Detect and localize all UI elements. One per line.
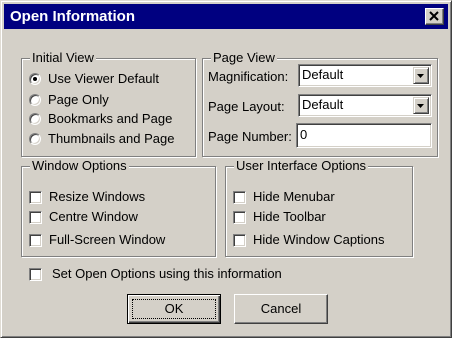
radio-use-viewer-default[interactable]: Use Viewer Default [29,70,159,88]
checkbox-label: Centre Window [49,209,138,224]
magnification-dropdown-button[interactable] [413,67,429,84]
checkbox-set-open-options[interactable]: Set Open Options using this information [29,265,282,283]
page-layout-value: Default [302,97,344,112]
checkbox-full-screen-window[interactable]: Full-Screen Window [29,231,165,249]
chevron-down-icon [417,104,424,108]
checkbox-label: Hide Window Captions [253,232,385,247]
radio-label: Page Only [48,92,109,107]
page-view-legend: Page View [211,50,277,66]
page-number-label: Page Number: [208,129,292,144]
radio-button[interactable] [29,133,41,145]
close-button[interactable] [425,8,444,25]
magnification-label: Magnification: [208,69,289,84]
user-interface-options-legend: User Interface Options [234,158,369,174]
magnification-value: Default [302,67,344,82]
window-options-legend: Window Options [30,158,129,174]
radio-button[interactable] [29,73,41,85]
ok-button-label: OK [164,301,184,316]
checkbox-resize-windows[interactable]: Resize Windows [29,188,145,206]
checkbox[interactable] [29,190,42,204]
checkbox[interactable] [233,233,246,247]
initial-view-legend: Initial View [30,50,96,66]
page-layout-dropdown-button[interactable] [413,97,429,114]
radio-label: Bookmarks and Page [48,111,173,126]
checkbox-hide-menubar[interactable]: Hide Menubar [233,188,335,206]
radio-button[interactable] [29,113,41,125]
page-layout-label: Page Layout: [208,99,285,114]
checkbox[interactable] [29,267,42,281]
radio-page-only[interactable]: Page Only [29,91,109,109]
radio-bookmarks-and-page[interactable]: Bookmarks and Page [29,110,172,128]
page-number-input[interactable]: 0 [296,123,432,148]
checkbox-centre-window[interactable]: Centre Window [29,208,138,226]
close-icon [429,11,439,21]
ok-button[interactable]: OK [127,294,221,324]
checkbox[interactable] [29,210,42,224]
checkbox[interactable] [29,233,42,247]
open-information-dialog: Open Information Initial View Use Viewer… [0,0,452,338]
radio-label: Thumbnails and Page [48,131,175,146]
cancel-button-label: Cancel [260,301,302,316]
checkbox[interactable] [233,210,246,224]
checkbox-label: Hide Toolbar [253,209,326,224]
page-layout-dropdown[interactable]: Default [298,94,432,117]
checkbox-label: Full-Screen Window [49,232,166,247]
page-number-value: 0 [300,127,308,142]
radio-button[interactable] [29,94,41,106]
checkbox-label: Resize Windows [49,189,146,204]
checkbox-hide-toolbar[interactable]: Hide Toolbar [233,208,326,226]
title-bar[interactable]: Open Information [4,4,448,29]
chevron-down-icon [417,74,424,78]
checkbox-label: Set Open Options using this information [52,266,282,281]
magnification-dropdown[interactable]: Default [298,64,432,87]
radio-thumbnails-and-page[interactable]: Thumbnails and Page [29,130,174,148]
checkbox[interactable] [233,190,246,204]
window-title: Open Information [10,8,135,25]
cancel-button[interactable]: Cancel [234,294,328,324]
radio-label: Use Viewer Default [48,71,160,86]
checkbox-hide-window-captions[interactable]: Hide Window Captions [233,231,385,249]
checkbox-label: Hide Menubar [253,189,335,204]
